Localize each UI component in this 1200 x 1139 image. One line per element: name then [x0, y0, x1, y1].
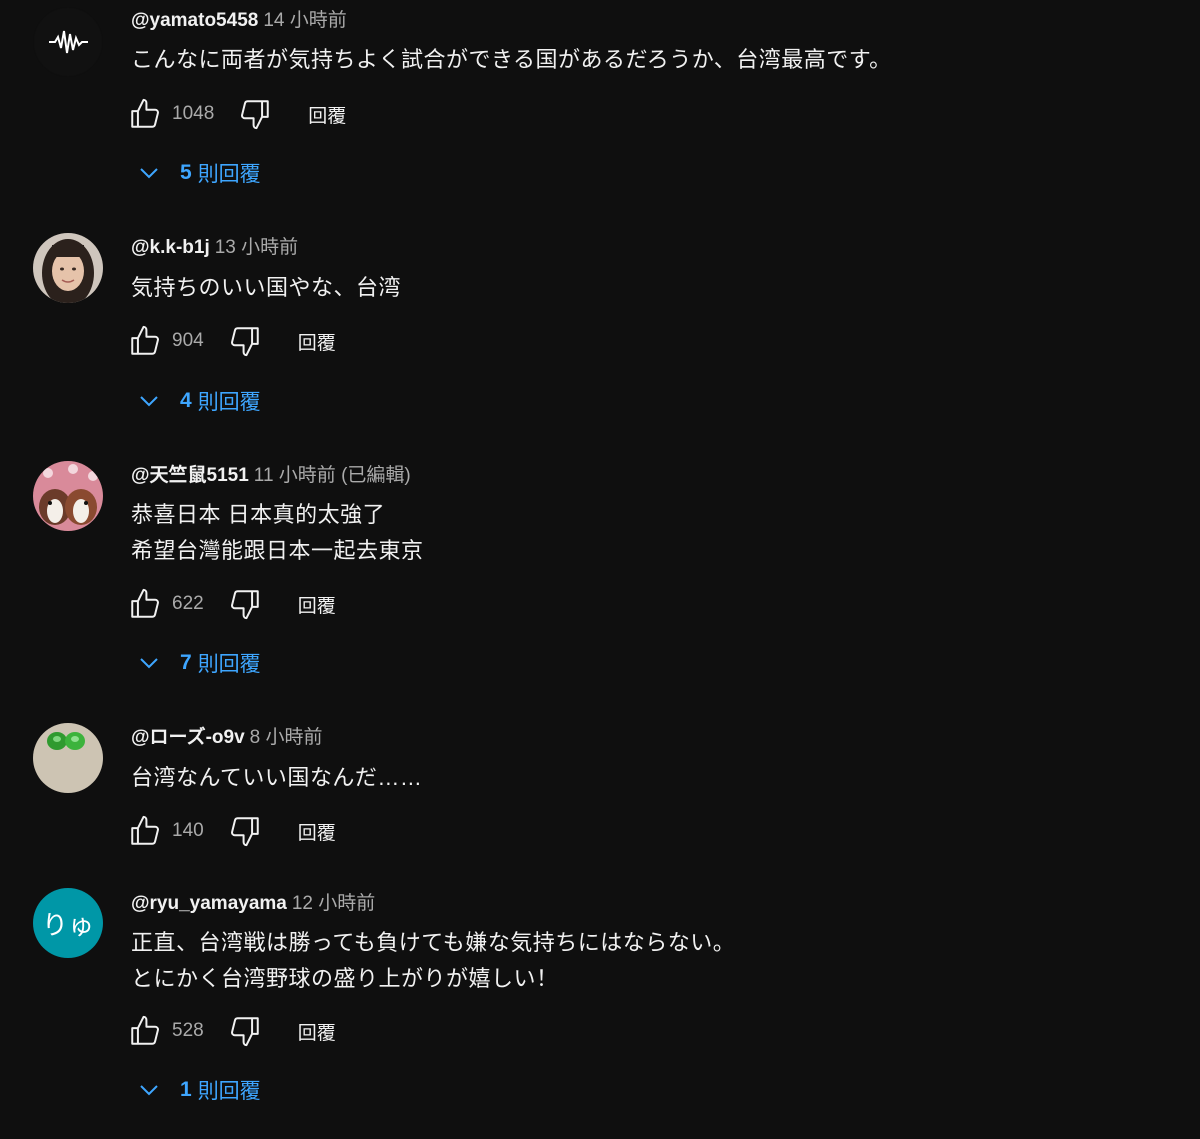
like-button[interactable]	[126, 322, 164, 360]
avatar-initials: りゅ	[41, 910, 94, 941]
replies-count: 1	[180, 1078, 192, 1101]
dislike-button[interactable]	[226, 812, 264, 850]
comment-timestamp[interactable]: 11 小時前 (已編輯)	[254, 465, 411, 486]
avatar[interactable]: りゅ	[33, 888, 103, 958]
comment-author[interactable]: @k.k-b1j	[131, 237, 210, 258]
chevron-down-icon	[134, 1075, 164, 1105]
replies-label: 則回覆	[197, 1080, 261, 1103]
reply-button[interactable]: 回覆	[298, 328, 336, 355]
replies-count: 5	[180, 161, 192, 184]
reply-button[interactable]: 回覆	[298, 591, 336, 618]
replies-count: 4	[180, 389, 192, 412]
reply-button[interactable]: 回覆	[298, 818, 336, 845]
person-photo-icon	[33, 233, 103, 303]
thumbs-up-icon	[131, 325, 159, 355]
comment-timestamp[interactable]: 12 小時前	[292, 893, 375, 914]
dislike-button[interactable]	[236, 95, 274, 133]
like-count: 622	[172, 593, 204, 614]
chevron-down-icon	[134, 386, 164, 416]
thumbs-down-icon	[230, 817, 259, 847]
avatar[interactable]	[33, 461, 103, 531]
dislike-button[interactable]	[226, 1012, 264, 1050]
replies-label: 則回覆	[197, 653, 261, 676]
view-replies-button[interactable]: 5 則回覆	[134, 155, 261, 191]
dislike-button[interactable]	[226, 322, 264, 360]
view-replies-button[interactable]: 4 則回覆	[134, 383, 261, 419]
avatar[interactable]	[33, 7, 103, 77]
like-button[interactable]	[126, 812, 164, 850]
chevron-down-icon	[134, 648, 164, 678]
dislike-button[interactable]	[226, 585, 264, 623]
comment-author[interactable]: @天竺鼠5151	[131, 465, 249, 486]
comment-timestamp[interactable]: 13 小時前	[215, 237, 298, 258]
like-button[interactable]	[126, 1012, 164, 1050]
thumbs-up-icon	[131, 815, 159, 845]
like-count: 528	[172, 1020, 204, 1041]
comment-text: 正直、台湾戦は勝っても負けても嫌な気持ちにはならない。 とにかく台湾野球の盛り上…	[131, 930, 736, 991]
thumbs-up-icon	[131, 588, 159, 618]
comment-text: 気持ちのいい国やな、台湾	[131, 275, 402, 300]
comment-timestamp[interactable]: 14 小時前	[263, 10, 346, 31]
like-button[interactable]	[126, 585, 164, 623]
chevron-down-icon	[134, 158, 164, 188]
replies-label: 則回覆	[197, 391, 261, 414]
thumbs-down-icon	[230, 1017, 259, 1047]
green-objects-photo-icon	[33, 723, 103, 793]
comment-author[interactable]: @yamato5458	[131, 10, 258, 31]
replies-label: 則回覆	[197, 163, 261, 186]
reply-button[interactable]: 回覆	[308, 101, 346, 128]
comment-text: こんなに両者が気持ちよく試合ができる国があるだろうか、台湾最高です。	[131, 47, 892, 72]
replies-count: 7	[180, 651, 192, 674]
thumbs-up-icon	[131, 98, 159, 128]
comment-timestamp[interactable]: 8 小時前	[250, 727, 323, 748]
comment-text: 台湾なんていい国なんだ……	[131, 765, 423, 790]
guinea-pig-photo-icon	[33, 461, 103, 531]
view-replies-button[interactable]: 1 則回覆	[134, 1072, 261, 1108]
like-button[interactable]	[126, 95, 164, 133]
waveform-icon	[33, 7, 103, 77]
avatar[interactable]	[33, 723, 103, 793]
like-count: 904	[172, 330, 204, 351]
comment-author[interactable]: @ローズ-o9v	[131, 727, 245, 748]
view-replies-button[interactable]: 7 則回覆	[134, 645, 261, 681]
thumbs-down-icon	[230, 590, 259, 620]
avatar[interactable]	[33, 233, 103, 303]
thumbs-up-icon	[131, 1015, 159, 1045]
reply-button[interactable]: 回覆	[298, 1018, 336, 1045]
comment-text: 恭喜日本 日本真的太強了 希望台灣能跟日本一起去東京	[131, 502, 424, 563]
comment-author[interactable]: @ryu_yamayama	[131, 893, 287, 914]
like-count: 1048	[172, 103, 215, 124]
like-count: 140	[172, 820, 204, 841]
thumbs-down-icon	[241, 100, 270, 130]
thumbs-down-icon	[230, 327, 259, 357]
